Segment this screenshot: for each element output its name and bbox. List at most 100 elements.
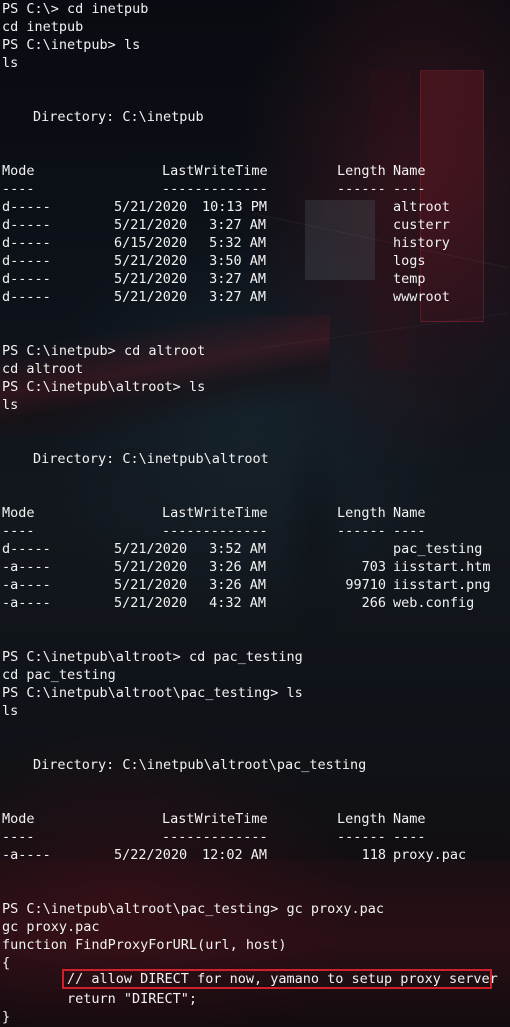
row-time: 3:26 AM [209,559,266,575]
rule-length: ------ [337,523,386,539]
prompt: PS C:\> [2,1,59,17]
row-date: 5/21/2020 [114,217,188,233]
file-row: d----- 5/21/2020 3:27 AM temp [2,270,510,288]
row-mode: -a---- [2,847,51,863]
row-name: temp [393,271,426,287]
prompt-line: PS C:\inetpub> cd altroot [2,342,205,360]
row-mode: -a---- [2,559,51,575]
row-time: 3:26 AM [209,577,266,593]
command-text: cd inetpub [67,1,149,17]
row-date: 5/22/2020 [114,847,188,863]
row-mode: -a---- [2,595,51,611]
listing-header: Mode LastWriteTime Length Name [2,504,510,522]
file-row: d----- 6/15/2020 5:32 AM history [2,234,510,252]
row-time: 10:13 PM [202,199,268,215]
row-time: 4:32 AM [209,595,266,611]
listing-header: Mode LastWriteTime Length Name [2,810,510,828]
directory-label: Directory: C:\inetpub\altroot\pac_testin… [33,757,367,773]
row-time: 3:27 AM [209,217,266,233]
file-row: d----- 5/21/2020 10:13 PM altroot [2,198,510,216]
file-row: d----- 5/21/2020 3:50 AM logs [2,252,510,270]
row-mode: d----- [2,271,51,287]
directory-label: Directory: C:\inetpub [33,109,204,125]
rule-lastwritetime: ------------- [162,181,268,197]
row-name: altroot [393,199,450,215]
file-row: d----- 5/21/2020 3:52 AM pac_testing [2,540,510,558]
listing-header: Mode LastWriteTime Length Name [2,162,510,180]
row-name: wwwroot [393,289,450,305]
command-echo: ls [2,397,19,413]
file-row: d----- 5/21/2020 3:27 AM wwwroot [2,288,510,306]
row-mode: d----- [2,235,51,251]
rule-lastwritetime: ------------- [162,523,268,539]
row-name: logs [393,253,426,269]
row-time: 12:02 AM [202,847,268,863]
row-name: iisstart.htm [393,559,491,575]
rule-name: ---- [393,181,426,197]
prompt: PS C:\inetpub\altroot> [2,649,181,665]
row-mode: d----- [2,199,51,215]
file-row: -a---- 5/21/2020 4:32 AM 266 web.config [2,594,510,612]
command-text: ls [188,379,206,395]
header-mode: Mode [2,163,35,179]
row-name: custerr [393,217,450,233]
header-mode: Mode [2,811,35,827]
row-date: 5/21/2020 [114,199,188,215]
prompt: PS C:\inetpub> [2,37,116,53]
row-length: 99710 [345,577,386,593]
prompt-line: PS C:\> cd inetpub [2,0,148,18]
prompt: PS C:\inetpub\altroot\pac_testing> [2,901,279,917]
row-date: 5/21/2020 [114,289,188,305]
prompt-line: PS C:\inetpub\altroot> ls [2,378,205,396]
prompt-line: PS C:\inetpub\altroot\pac_testing> gc pr… [2,900,384,918]
row-time: 3:27 AM [209,271,266,287]
command-text: cd altroot [123,343,206,359]
row-date: 5/21/2020 [114,577,188,593]
listing-header-rule: ---- ------------- ------ ---- [2,180,510,198]
command-text: gc proxy.pac [286,901,385,917]
row-time: 3:52 AM [209,541,266,557]
terminal-window[interactable]: PS C:\> cd inetpub cd inetpub PS C:\inet… [0,0,510,1027]
file-content-line: // allow DIRECT for now, yamano to setup… [2,971,498,987]
header-name: Name [393,163,426,179]
directory-label: Directory: C:\inetpub\altroot [33,451,269,467]
rule-length: ------ [337,829,386,845]
header-mode: Mode [2,505,35,521]
rule-lastwritetime: ------------- [162,829,268,845]
file-content-line: } [2,1009,11,1025]
command-echo: gc proxy.pac [2,919,100,935]
header-lastwritetime: LastWriteTime [162,811,268,827]
file-row: -a---- 5/22/2020 12:02 AM 118 proxy.pac [2,846,510,864]
row-mode: d----- [2,289,51,305]
row-name: history [393,235,450,251]
row-mode: d----- [2,253,51,269]
rule-mode: ---- [2,523,35,539]
rule-name: ---- [393,523,426,539]
file-row: -a---- 5/21/2020 3:26 AM 703 iisstart.ht… [2,558,510,576]
command-echo: cd inetpub [2,19,84,35]
row-time: 3:27 AM [209,289,266,305]
row-date: 5/21/2020 [114,541,188,557]
prompt: PS C:\inetpub\altroot\pac_testing> [2,685,279,701]
file-row: -a---- 5/21/2020 3:26 AM 99710 iisstart.… [2,576,510,594]
command-text: ls [123,37,141,53]
command-text: ls [286,685,303,701]
row-name: pac_testing [393,541,483,557]
row-date: 5/21/2020 [114,271,188,287]
prompt-line: PS C:\inetpub\altroot> cd pac_testing [2,648,303,666]
row-length: 703 [361,559,386,575]
row-mode: d----- [2,541,51,557]
rule-name: ---- [393,829,426,845]
prompt-line: PS C:\inetpub\altroot\pac_testing> ls [2,684,303,702]
row-time: 3:50 AM [209,253,266,269]
background-image [261,312,509,349]
rule-mode: ---- [2,181,35,197]
header-length: Length [337,505,386,521]
prompt-line: PS C:\inetpub> ls [2,36,140,54]
rule-mode: ---- [2,829,35,845]
row-date: 5/21/2020 [114,559,188,575]
row-date: 6/15/2020 [114,235,188,251]
header-length: Length [337,811,386,827]
command-echo: cd altroot [2,361,84,377]
header-lastwritetime: LastWriteTime [162,505,268,521]
